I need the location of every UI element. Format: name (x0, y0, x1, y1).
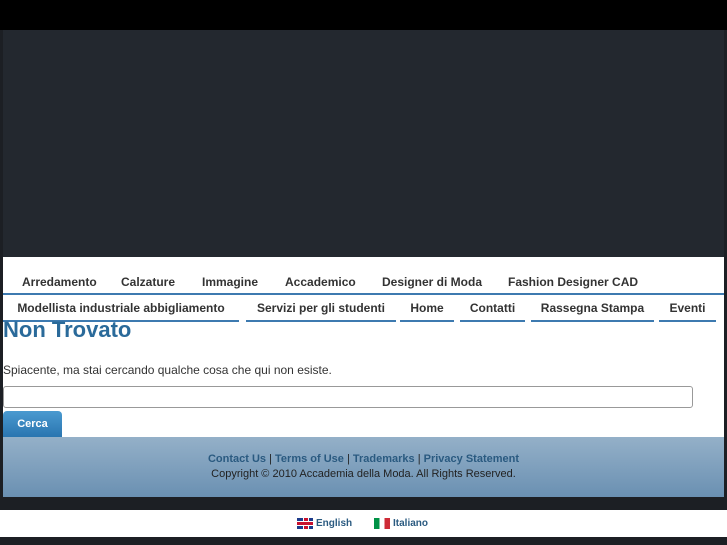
nav-item-accademico[interactable]: Accademico (285, 275, 356, 289)
language-label: English (316, 518, 353, 529)
separator: | (346, 453, 350, 465)
italy-flag-icon (374, 518, 390, 529)
header-banner (3, 30, 724, 257)
nav-item-eventi[interactable]: Eventi (659, 301, 716, 322)
nav-item-contatti[interactable]: Contatti (460, 301, 525, 322)
copyright: Copyright © 2010 Accademia della Moda. A… (211, 468, 516, 480)
separator: | (417, 453, 421, 465)
search-input[interactable] (3, 386, 693, 408)
nav-item-home[interactable]: Home (400, 301, 454, 322)
language-english[interactable]: English (297, 518, 352, 529)
nav-item-servizi-studenti[interactable]: Servizi per gli studenti (246, 301, 396, 322)
footer: Contact Us | Terms of Use | Trademarks |… (3, 437, 724, 497)
nav-item-immagine[interactable]: Immagine (202, 275, 258, 289)
separator: | (269, 453, 272, 465)
not-found-message: Spiacente, ma stai cercando qualche cosa… (3, 363, 332, 377)
contact-us-link[interactable]: Contact Us (208, 453, 266, 465)
nav-item-rassegna-stampa[interactable]: Rassegna Stampa (531, 301, 654, 322)
language-italiano[interactable]: Italiano (374, 518, 428, 529)
privacy-statement-link[interactable]: Privacy Statement (424, 453, 519, 465)
main-content: Arredamento Calzature Immagine Accademic… (3, 257, 724, 437)
nav-item-fashion-designer-cad[interactable]: Fashion Designer CAD (508, 275, 638, 289)
top-bar (0, 0, 727, 30)
terms-of-use-link[interactable]: Terms of Use (275, 453, 344, 465)
trademarks-link[interactable]: Trademarks (353, 453, 415, 465)
footer-links: Contact Us | Terms of Use | Trademarks |… (3, 453, 724, 465)
search-button[interactable]: Cerca (3, 411, 62, 437)
uk-flag-icon (297, 518, 313, 529)
nav-item-calzature[interactable]: Calzature (121, 275, 175, 289)
language-label: Italiano (393, 518, 429, 529)
main-nav-row-1: Arredamento Calzature Immagine Accademic… (3, 273, 724, 295)
page-title: Non Trovato (3, 317, 132, 342)
nav-item-designer-di-moda[interactable]: Designer di Moda (382, 275, 482, 289)
nav-item-arredamento[interactable]: Arredamento (22, 275, 97, 289)
language-bar: English Italiano (0, 510, 727, 537)
